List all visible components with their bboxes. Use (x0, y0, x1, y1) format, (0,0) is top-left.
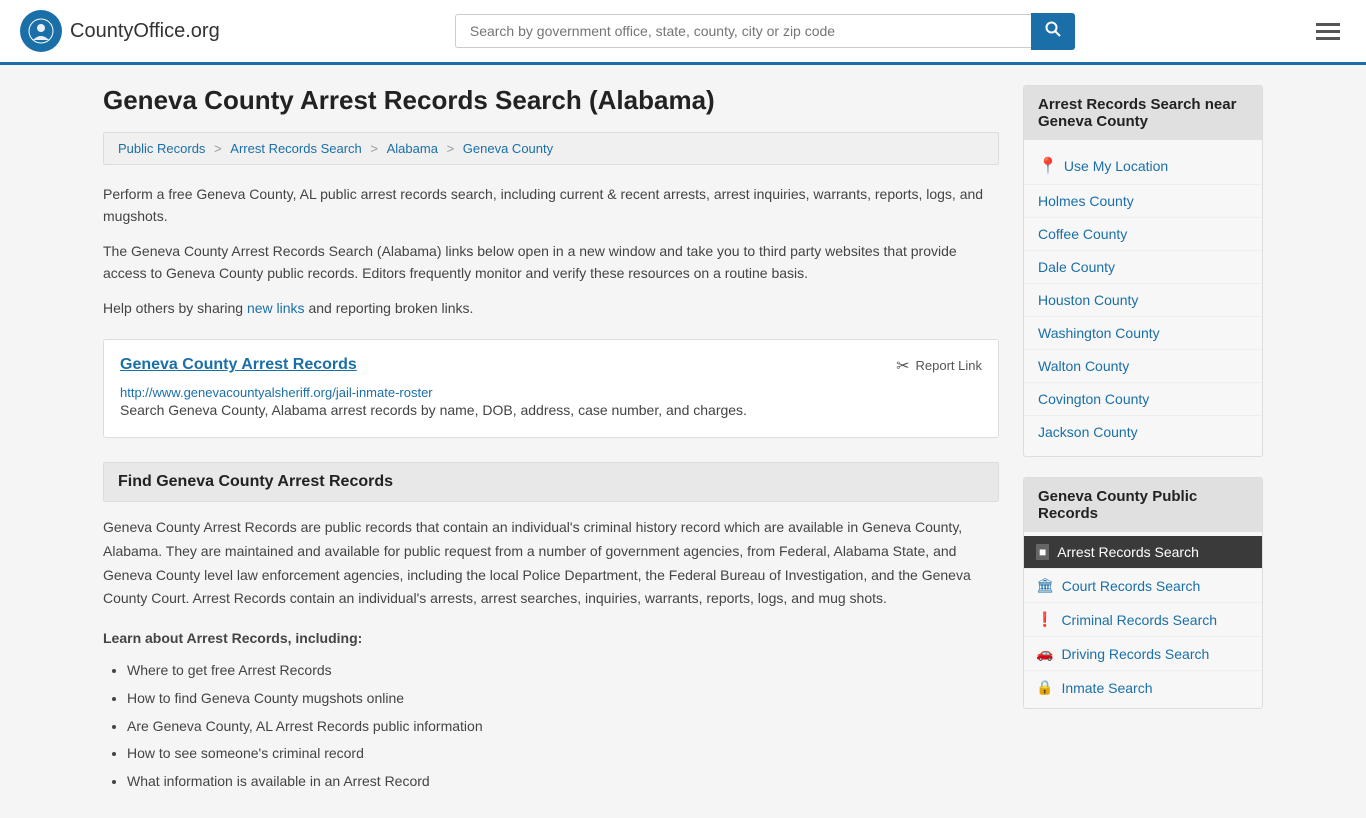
menu-line-1 (1316, 23, 1340, 26)
coffee-county-link[interactable]: Coffee County (1024, 218, 1262, 250)
find-section-body: Geneva County Arrest Records are public … (103, 516, 999, 794)
logo-area: CountyOffice.org (20, 10, 220, 52)
breadcrumb-arrest-records[interactable]: Arrest Records Search (230, 141, 362, 156)
inmate-icon: 🔒 (1036, 679, 1053, 696)
logo-text: CountyOffice.org (70, 20, 220, 43)
intro-para-1: Perform a free Geneva County, AL public … (103, 183, 999, 228)
menu-line-2 (1316, 30, 1340, 33)
menu-button[interactable] (1310, 17, 1346, 46)
driving-icon: 🚗 (1036, 645, 1053, 662)
holmes-county-link[interactable]: Holmes County (1024, 185, 1262, 217)
learn-list: Where to get free Arrest Records How to … (103, 659, 999, 794)
criminal-records-link[interactable]: ❗ Criminal Records Search (1024, 603, 1262, 636)
driving-records-link[interactable]: 🚗 Driving Records Search (1024, 637, 1262, 670)
main-content: Geneva County Arrest Records Search (Ala… (103, 85, 999, 798)
page-title: Geneva County Arrest Records Search (Ala… (103, 85, 999, 116)
list-item: What information is available in an Arre… (127, 770, 999, 794)
arrest-records-link[interactable]: ■ Arrest Records Search (1024, 536, 1262, 568)
report-label: Report Link (916, 358, 982, 373)
breadcrumb: Public Records > Arrest Records Search >… (103, 132, 999, 165)
search-input[interactable] (455, 14, 1031, 48)
record-header: Geneva County Arrest Records ✂ Report Li… (120, 356, 982, 376)
breadcrumb-sep-3: > (447, 141, 458, 156)
menu-line-3 (1316, 37, 1340, 40)
record-title[interactable]: Geneva County Arrest Records (120, 356, 357, 374)
learn-title: Learn about Arrest Records, including: (103, 627, 999, 651)
list-item: Houston County (1024, 284, 1262, 317)
search-area (455, 13, 1075, 50)
intro-para-3-post: and reporting broken links. (305, 300, 474, 316)
list-item: Are Geneva County, AL Arrest Records pub… (127, 715, 999, 739)
sidebar: Arrest Records Search near Geneva County… (1023, 85, 1263, 798)
arrest-records-label: Arrest Records Search (1057, 544, 1199, 560)
covington-county-link[interactable]: Covington County (1024, 383, 1262, 415)
criminal-icon: ❗ (1036, 611, 1053, 628)
logo-icon (20, 10, 62, 52)
inmate-search-label: Inmate Search (1061, 680, 1152, 696)
list-item: How to see someone's criminal record (127, 742, 999, 766)
breadcrumb-sep-2: > (370, 141, 381, 156)
court-records-link[interactable]: 🏛 Court Records Search (1024, 569, 1262, 602)
jackson-county-link[interactable]: Jackson County (1024, 416, 1262, 448)
scissors-icon: ✂ (896, 356, 909, 376)
criminal-records-label: Criminal Records Search (1061, 612, 1217, 628)
criminal-records-item: ❗ Criminal Records Search (1024, 603, 1262, 637)
washington-county-link[interactable]: Washington County (1024, 317, 1262, 349)
list-item: How to find Geneva County mugshots onlin… (127, 687, 999, 711)
nearby-section: Arrest Records Search near Geneva County… (1023, 85, 1263, 457)
public-records-section: Geneva County Public Records ■ Arrest Re… (1023, 477, 1263, 709)
list-item: Where to get free Arrest Records (127, 659, 999, 683)
dale-county-link[interactable]: Dale County (1024, 251, 1262, 283)
intro-para-3: Help others by sharing new links and rep… (103, 297, 999, 319)
nearby-county-list: 📍 Use My Location Holmes County Coffee C… (1024, 140, 1262, 456)
court-records-label: Court Records Search (1062, 578, 1201, 594)
inmate-search-item: 🔒 Inmate Search (1024, 671, 1262, 704)
breadcrumb-public-records[interactable]: Public Records (118, 141, 205, 156)
list-item: Holmes County (1024, 185, 1262, 218)
record-url[interactable]: http://www.genevacountyalsheriff.org/jai… (120, 385, 433, 400)
location-pin-icon: 📍 (1038, 156, 1058, 176)
breadcrumb-sep-1: > (214, 141, 225, 156)
record-card: Geneva County Arrest Records ✂ Report Li… (103, 339, 999, 438)
nearby-section-header: Arrest Records Search near Geneva County (1024, 86, 1262, 140)
public-records-header: Geneva County Public Records (1024, 478, 1262, 532)
find-section-header: Find Geneva County Arrest Records (103, 462, 999, 502)
search-button[interactable] (1031, 13, 1075, 50)
use-location-item: 📍 Use My Location (1024, 148, 1262, 185)
record-description: Search Geneva County, Alabama arrest rec… (120, 400, 982, 421)
list-item: Covington County (1024, 383, 1262, 416)
driving-records-item: 🚗 Driving Records Search (1024, 637, 1262, 671)
breadcrumb-alabama[interactable]: Alabama (387, 141, 438, 156)
logo-suffix: .org (185, 20, 219, 42)
use-location-link[interactable]: Use My Location (1064, 158, 1168, 174)
list-item: Dale County (1024, 251, 1262, 284)
court-records-item: 🏛 Court Records Search (1024, 569, 1262, 603)
walton-county-link[interactable]: Walton County (1024, 350, 1262, 382)
page-header: CountyOffice.org (0, 0, 1366, 65)
list-item: Washington County (1024, 317, 1262, 350)
report-link-button[interactable]: ✂ Report Link (896, 356, 982, 376)
houston-county-link[interactable]: Houston County (1024, 284, 1262, 316)
breadcrumb-geneva-county[interactable]: Geneva County (463, 141, 553, 156)
arrest-icon: ■ (1036, 544, 1049, 560)
intro-para-2: The Geneva County Arrest Records Search … (103, 240, 999, 285)
main-container: Geneva County Arrest Records Search (Ala… (83, 65, 1283, 818)
arrest-records-item: ■ Arrest Records Search (1024, 536, 1262, 569)
use-location-container: 📍 Use My Location (1024, 148, 1262, 184)
logo-name: CountyOffice (70, 20, 185, 42)
new-links-link[interactable]: new links (247, 300, 305, 316)
driving-records-label: Driving Records Search (1061, 646, 1209, 662)
public-records-list: ■ Arrest Records Search 🏛 Court Records … (1024, 532, 1262, 708)
inmate-search-link[interactable]: 🔒 Inmate Search (1024, 671, 1262, 704)
list-item: Jackson County (1024, 416, 1262, 448)
list-item: Walton County (1024, 350, 1262, 383)
list-item: Coffee County (1024, 218, 1262, 251)
court-icon: 🏛 (1036, 577, 1054, 594)
intro-para-3-pre: Help others by sharing (103, 300, 247, 316)
find-section-text: Geneva County Arrest Records are public … (103, 516, 999, 611)
